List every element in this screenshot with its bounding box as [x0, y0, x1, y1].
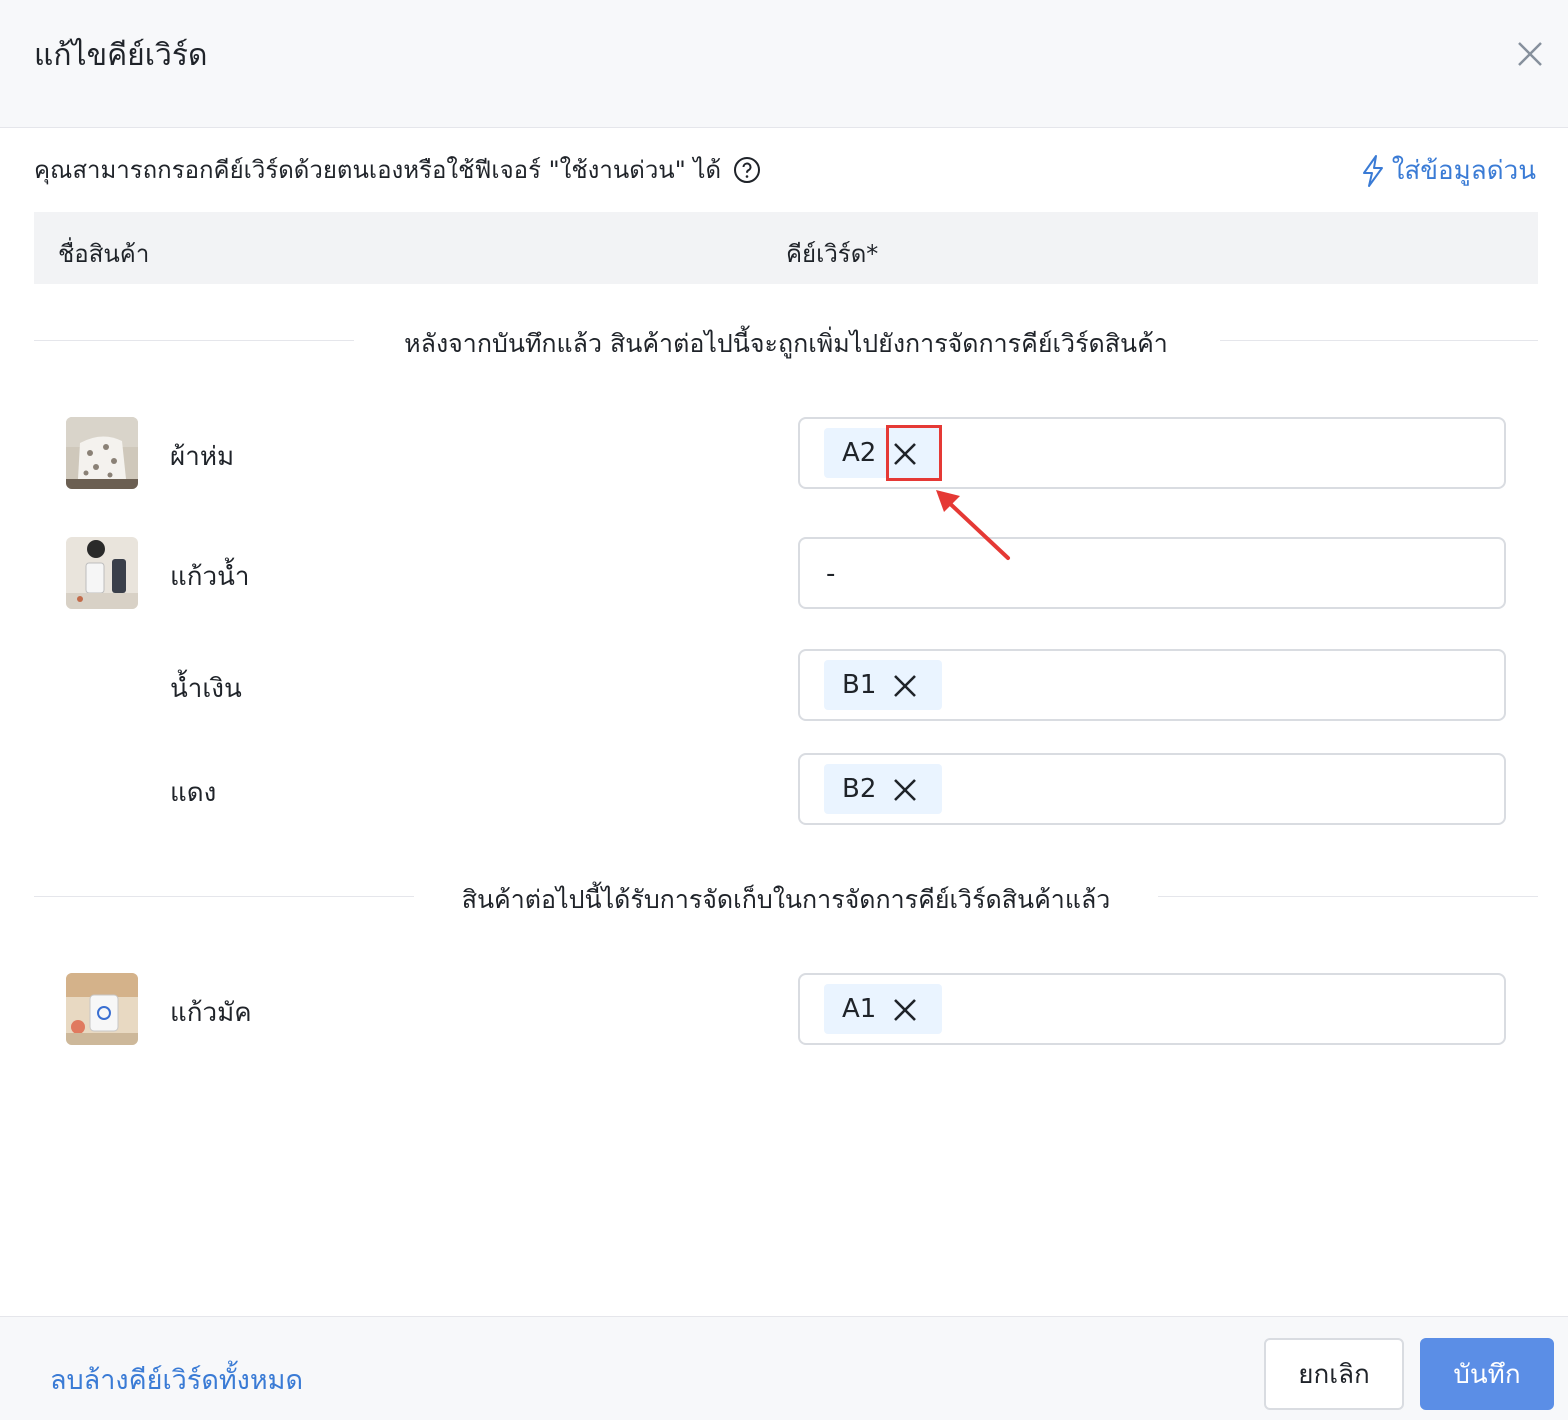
variant-name: น้ำเงิน — [170, 674, 242, 704]
section-label-existing: สินค้าต่อไปนี้ได้รับการจัดเก็บในการจัดกา… — [433, 885, 1139, 914]
keyword-tag: A1 — [824, 984, 942, 1034]
quick-fill-label: ใส่ข้อมูลด่วน — [1391, 156, 1536, 186]
keyword-tag-label: B2 — [842, 774, 877, 804]
keyword-input[interactable]: - — [798, 537, 1506, 609]
lightning-icon — [1362, 154, 1383, 187]
annotation-arrow-icon — [936, 490, 1010, 560]
dialog-header: แก้ไขคีย์เวิร์ด — [0, 0, 1568, 128]
section-label-new: หลังจากบันทึกแล้ว สินค้าต่อไปนี้จะถูกเพิ… — [376, 329, 1196, 358]
product-thumbnail — [66, 973, 138, 1045]
keyword-tag-label: A1 — [842, 994, 877, 1024]
description-text: คุณสามารถกรอกคีย์เวิร์ดด้วยตนเองหรือใช้ฟ… — [34, 156, 722, 184]
keyword-empty-value: - — [826, 559, 836, 589]
keyword-tag-label: B1 — [842, 670, 877, 700]
keyword-input[interactable]: B2 — [798, 753, 1506, 825]
column-keyword: คีย์เวิร์ด* — [786, 240, 879, 268]
product-name: ผ้าห่ม — [170, 442, 235, 472]
close-icon[interactable] — [1512, 36, 1548, 72]
dialog-title: แก้ไขคีย์เวิร์ด — [34, 38, 208, 73]
keyword-tag: B2 — [824, 764, 942, 814]
keyword-input[interactable]: A1 — [798, 973, 1506, 1045]
column-product-name: ชื่อสินค้า — [58, 240, 150, 268]
product-name: แก้วน้ำ — [170, 562, 250, 592]
section-divider-existing: สินค้าต่อไปนี้ได้รับการจัดเก็บในการจัดกา… — [34, 876, 1538, 916]
product-thumbnail — [66, 417, 138, 489]
remove-tag-icon[interactable] — [892, 777, 918, 803]
clear-all-keywords-link[interactable]: ลบล้างคีย์เวิร์ดทั้งหมด — [50, 1358, 303, 1401]
cancel-button[interactable]: ยกเลิก — [1264, 1338, 1404, 1410]
keyword-input[interactable]: B1 — [798, 649, 1506, 721]
product-thumbnail — [66, 537, 138, 609]
remove-tag-icon[interactable] — [892, 673, 918, 699]
save-button[interactable]: บันทึก — [1420, 1338, 1554, 1410]
keyword-tag-label: A2 — [842, 438, 877, 468]
variant-name: แดง — [170, 778, 217, 808]
table-header: ชื่อสินค้า คีย์เวิร์ด* — [34, 212, 1538, 284]
product-name: แก้วมัค — [170, 998, 252, 1028]
quick-fill-button[interactable]: ใส่ข้อมูลด่วน — [1360, 150, 1536, 191]
help-icon[interactable] — [733, 156, 761, 184]
dialog-description: คุณสามารถกรอกคีย์เวิร์ดด้วยตนเองหรือใช้ฟ… — [34, 150, 761, 189]
section-divider-new: หลังจากบันทึกแล้ว สินค้าต่อไปนี้จะถูกเพิ… — [34, 320, 1538, 360]
highlight-box — [886, 425, 942, 481]
keyword-tag: B1 — [824, 660, 942, 710]
remove-tag-icon[interactable] — [892, 997, 918, 1023]
